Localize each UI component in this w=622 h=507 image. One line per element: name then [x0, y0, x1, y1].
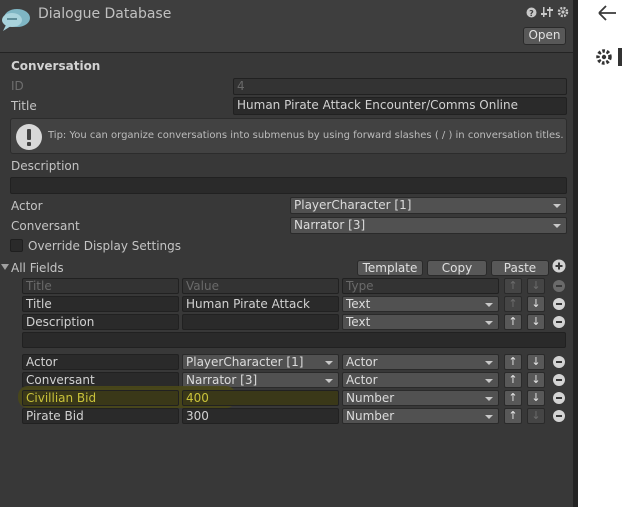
field-pirate-bid-type-dropdown[interactable]: Number: [342, 408, 499, 424]
chevron-down-icon: [325, 379, 333, 383]
gear-icon[interactable]: [595, 48, 613, 69]
chevron-down-icon: [485, 321, 493, 325]
override-display-label: Override Display Settings: [28, 239, 181, 253]
move-down-button: ↓: [527, 408, 545, 424]
title-field[interactable]: Human Pirate Attack Encounter/Comms Onli…: [233, 97, 567, 115]
override-display-checkbox[interactable]: [10, 239, 23, 252]
settings-sliders-icon[interactable]: [541, 6, 553, 21]
field-civillian-bid-type-dropdown[interactable]: Number: [342, 390, 499, 406]
column-header-value: Value: [182, 278, 339, 294]
remove-field-icon[interactable]: [553, 356, 565, 368]
chevron-down-icon: [485, 379, 493, 383]
field-title-name[interactable]: Title: [22, 296, 179, 312]
chevron-down-icon: [485, 397, 493, 401]
tip-box: Tip: You can organize conversations into…: [10, 118, 567, 154]
dialogue-logo-icon: [0, 6, 32, 35]
template-button[interactable]: Template: [357, 260, 423, 276]
move-down-button[interactable]: ↓: [527, 354, 545, 370]
svg-text:?: ?: [529, 9, 534, 18]
actor-dropdown[interactable]: PlayerCharacter [1]: [290, 197, 567, 214]
truncated-label: [618, 48, 622, 66]
field-actor-type: Actor: [346, 355, 378, 369]
field-actor-type-dropdown[interactable]: Actor: [342, 354, 499, 370]
help-icon[interactable]: ?: [526, 7, 537, 21]
right-pane: [578, 0, 622, 507]
header-separator: [0, 52, 573, 53]
chevron-down-icon: [325, 361, 333, 365]
field-conversant-value: Narrator [3]: [186, 373, 258, 387]
move-up-button: ↑: [504, 278, 522, 294]
chevron-down-icon: [485, 415, 493, 419]
field-description-textarea[interactable]: [22, 332, 566, 348]
conversant-label: Conversant: [11, 219, 80, 233]
window-header: Dialogue Database ? Open: [0, 0, 573, 52]
conversant-dropdown-value: Narrator [3]: [294, 218, 366, 232]
all-fields-label[interactable]: All Fields: [11, 261, 64, 275]
remove-field-icon[interactable]: [553, 316, 565, 328]
move-up-button[interactable]: ↑: [504, 408, 522, 424]
column-header-type: Type: [342, 278, 499, 294]
move-up-button: ↑: [504, 296, 522, 312]
remove-field-icon[interactable]: [553, 298, 565, 310]
move-down-button[interactable]: ↓: [527, 296, 545, 312]
remove-field-icon: [553, 280, 565, 292]
conversant-dropdown[interactable]: Narrator [3]: [290, 217, 567, 234]
field-civillian-bid-name[interactable]: Civillian Bid: [22, 390, 179, 406]
tip-text: Tip: You can organize conversations into…: [48, 130, 564, 141]
id-label: ID: [11, 79, 24, 93]
gear-icon[interactable]: [557, 6, 569, 21]
column-header-title: Title: [22, 278, 179, 294]
chevron-down-icon: [553, 224, 561, 228]
field-title-value[interactable]: Human Pirate Attack: [182, 296, 339, 312]
window-title: Dialogue Database: [38, 6, 172, 22]
field-pirate-bid-name[interactable]: Pirate Bid: [22, 408, 179, 424]
move-down-button: ↓: [527, 278, 545, 294]
field-description-type: Text: [346, 315, 371, 329]
conversation-section-label: Conversation: [11, 59, 101, 73]
field-description-type-dropdown[interactable]: Text: [342, 314, 499, 330]
field-title-type-dropdown[interactable]: Text: [342, 296, 499, 312]
description-field[interactable]: [10, 177, 567, 194]
move-down-button[interactable]: ↓: [527, 314, 545, 330]
remove-field-icon[interactable]: [553, 410, 565, 422]
move-up-button[interactable]: ↑: [504, 314, 522, 330]
foldout-arrow-icon[interactable]: [1, 264, 9, 270]
open-button[interactable]: Open: [523, 27, 566, 45]
field-actor-value: PlayerCharacter [1]: [186, 355, 304, 369]
remove-field-icon[interactable]: [553, 392, 565, 404]
add-field-icon[interactable]: [552, 259, 566, 276]
field-pirate-bid-value[interactable]: 300: [182, 408, 339, 424]
field-civillian-bid-type: Number: [346, 391, 395, 405]
move-up-button[interactable]: ↑: [504, 354, 522, 370]
field-title-type: Text: [346, 297, 371, 311]
field-civillian-bid-value[interactable]: 400: [182, 390, 339, 406]
move-down-button[interactable]: ↓: [527, 372, 545, 388]
chevron-down-icon: [485, 361, 493, 365]
field-actor-value-dropdown[interactable]: PlayerCharacter [1]: [182, 354, 339, 370]
move-down-button[interactable]: ↓: [527, 390, 545, 406]
move-up-button[interactable]: ↑: [504, 390, 522, 406]
field-description-value[interactable]: [182, 314, 339, 330]
dialogue-database-inspector: Dialogue Database ? Open Conversation ID…: [0, 0, 573, 507]
chevron-down-icon: [485, 303, 493, 307]
move-up-button[interactable]: ↑: [504, 372, 522, 388]
description-label: Description: [11, 159, 80, 173]
chevron-down-icon: [553, 204, 561, 208]
title-label: Title: [11, 99, 37, 113]
copy-button[interactable]: Copy: [427, 260, 487, 276]
info-icon: [15, 123, 43, 154]
actor-dropdown-value: PlayerCharacter [1]: [294, 198, 412, 212]
remove-field-icon[interactable]: [553, 374, 565, 386]
actor-label: Actor: [11, 199, 43, 213]
field-conversant-type-dropdown[interactable]: Actor: [342, 372, 499, 388]
back-arrow-icon[interactable]: [597, 5, 617, 24]
paste-button[interactable]: Paste: [491, 260, 549, 276]
field-actor-name[interactable]: Actor: [22, 354, 179, 370]
field-pirate-bid-type: Number: [346, 409, 395, 423]
field-description-name[interactable]: Description: [22, 314, 179, 330]
field-conversant-type: Actor: [346, 373, 378, 387]
id-field: 4: [233, 78, 567, 95]
